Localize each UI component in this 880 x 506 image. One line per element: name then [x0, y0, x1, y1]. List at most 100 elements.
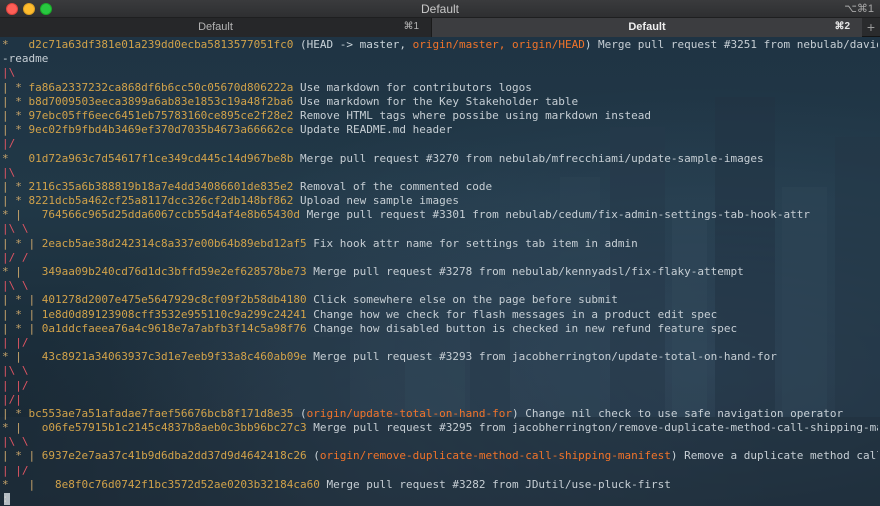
log-line: | * b8d7009503eeca3899a6ab83e1853c19a48f…: [2, 95, 878, 109]
commit-message: Merge pull request #3251 from nebulab/da…: [598, 38, 878, 51]
log-line: :: [2, 492, 878, 506]
log-line: |\: [2, 66, 878, 80]
graph-lines: * |: [2, 477, 55, 491]
log-line: | * | 401278d2007e475e5647929c8cf09f2b58…: [2, 293, 878, 307]
commit-message: Use markdown for the Key Stakeholder tab…: [293, 94, 579, 108]
commit-message: Merge pull request #3293 from jacobherri…: [306, 350, 777, 364]
log-line: |/|: [2, 393, 878, 407]
ref-bracket: (: [306, 449, 320, 463]
graph-lines: |\ \: [2, 435, 29, 449]
tab-default-2[interactable]: Default ⌘2: [432, 18, 862, 37]
log-line: * 01d72a963c7d54617f1ce349cd445c14d967be…: [2, 152, 878, 166]
graph-lines: |\ \: [2, 222, 29, 236]
log-line: | * | 0a1ddcfaeea76a4c9618e7a7abfb3f14c5…: [2, 322, 878, 336]
ref-bracket: ): [670, 449, 678, 463]
commit-message: Removal of the commented code: [293, 179, 493, 193]
commit-hash: 0a1ddcfaeea76a4c9618e7a7abfb3f14c5a98f76: [41, 321, 307, 335]
log-line: -readme: [2, 52, 878, 66]
log-line: |\ \: [2, 279, 878, 293]
commit-message: Merge pull request #3282 from JDutil/use…: [319, 477, 671, 491]
new-tab-button[interactable]: +: [862, 18, 880, 37]
graph-lines: | *: [2, 179, 29, 193]
graph-lines: |/ /: [2, 250, 29, 264]
commit-message: Merge pull request #3270 from nebulab/mf…: [293, 151, 764, 165]
tab-bar: Default ⌘1 Default ⌘2 +: [0, 18, 880, 37]
graph-lines: |\: [2, 165, 16, 179]
commit-message: Merge pull request #3278 from nebulab/ke…: [306, 265, 744, 278]
commit-message: Change nil check to use safe navigation …: [518, 406, 844, 420]
log-line: | * | 2eacb5ae38d242314c8a337e00b64b89eb…: [2, 237, 878, 251]
graph-lines: * |: [2, 265, 42, 278]
commit-hash: 349aa09b240cd76d1dc3bffd59e2ef628578be73: [41, 265, 307, 278]
graph-lines: *: [2, 151, 29, 165]
log-line: | |/: [2, 336, 878, 350]
graph-lines: | |/: [2, 335, 29, 349]
log-line: * | 8e8f0c76d0742f1bc3572d52ae0203b32184…: [2, 478, 878, 492]
commit-hash: 2116c35a6b388819b18a7e4dd34086601de835e2: [28, 179, 294, 193]
log-line: * | o06fe57915b1c2145c4837b8aeb0c3bb96bc…: [2, 421, 878, 435]
log-line: * | 43c8921a34063937c3d1e7eeb9f33a8c460a…: [2, 350, 878, 364]
commit-message: Fix hook attr name for settings tab item…: [306, 236, 638, 250]
window-shortcut: ⌥⌘1: [844, 3, 874, 15]
tab-label: Default: [628, 21, 666, 33]
tab-label: Default: [198, 21, 233, 33]
commit-message: Update README.md header: [293, 123, 453, 137]
commit-message: Change how we check for flash messages i…: [306, 307, 718, 321]
graph-lines: | *: [2, 406, 29, 420]
graph-lines: * |: [2, 350, 42, 364]
commit-message: -readme: [2, 52, 49, 66]
terminal-cursor: [4, 493, 10, 505]
commit-hash: 9ec02fb9fbd4b3469ef370d7035b4673a66662ce: [28, 123, 294, 137]
remote-ref: origin/update-total-on-hand-for: [306, 406, 512, 420]
commit-message: Use markdown for contributors logos: [293, 80, 532, 94]
log-line: | * 2116c35a6b388819b18a7e4dd34086601de8…: [2, 180, 878, 194]
commit-hash: 401278d2007e475e5647929c8cf09f2b58db4180: [41, 293, 307, 307]
graph-lines: | * |: [2, 236, 42, 250]
log-line: |/: [2, 137, 878, 151]
commit-hash: 6937e2e7aa37c41b9d6dba2dd37d9d4642418c26: [41, 449, 307, 463]
commit-hash: 01d72a963c7d54617f1ce349cd445c14d967be8b: [28, 151, 294, 165]
graph-lines: | * |: [2, 307, 42, 321]
log-line: * | 764566c965d25dda6067ccb55d4af4e8b654…: [2, 208, 878, 222]
graph-lines: | *: [2, 108, 29, 122]
tab-default-1[interactable]: Default ⌘1: [0, 18, 432, 37]
graph-lines: |/: [2, 137, 16, 151]
commit-message: Merge pull request #3295 from jacobherri…: [306, 421, 878, 435]
graph-lines: | * |: [2, 321, 42, 335]
tab-shortcut: ⌘1: [403, 21, 419, 32]
commit-message: Merge pull request #3301 from nebulab/ce…: [300, 208, 810, 222]
terminal-pane[interactable]: * d2c71a63df381e01a239dd0ecba5813577051f…: [0, 37, 880, 506]
commit-message: Change how disabled button is checked in…: [306, 321, 738, 335]
log-line: | |/: [2, 379, 878, 393]
log-line: | * | 1e8d0d89123908cff3532e955110c9a299…: [2, 308, 878, 322]
log-line: |\: [2, 166, 878, 180]
commit-hash: fa86a2337232ca868df6b6cc50c05670d806222a: [28, 80, 294, 94]
log-line: |\ \: [2, 435, 878, 449]
graph-lines: | *: [2, 80, 29, 94]
graph-lines: | * |: [2, 293, 42, 307]
graph-lines: |/|: [2, 392, 22, 406]
commit-hash: 8e8f0c76d0742f1bc3572d52ae0203b32184ca60: [54, 477, 320, 491]
log-line: * | 349aa09b240cd76d1dc3bffd59e2ef628578…: [2, 265, 878, 279]
commit-hash: d2c71a63df381e01a239dd0ecba5813577051fc0: [28, 38, 294, 51]
commit-message: Remove a duplicate method call: [677, 449, 878, 463]
commit-message: Upload new sample images: [293, 194, 459, 208]
commit-hash: 764566c965d25dda6067ccb55d4af4e8b65430d: [41, 208, 301, 222]
log-line: | |/: [2, 464, 878, 478]
title-bar[interactable]: Default ⌥⌘1: [0, 0, 880, 18]
commit-hash: 1e8d0d89123908cff3532e955110c9a299c24241: [41, 307, 307, 321]
graph-lines: | *: [2, 94, 29, 108]
commit-message: Click somewhere else on the page before …: [306, 293, 618, 307]
commit-hash: 8221dcb5a462cf25a8117dcc326cf2db148bf862: [28, 194, 294, 208]
commit-hash: b8d7009503eeca3899a6ab83e1853c19a48f2ba6: [28, 94, 294, 108]
graph-lines: | *: [2, 123, 29, 137]
ref-bracket: (: [293, 406, 307, 420]
log-line: |\ \: [2, 364, 878, 378]
commit-hash: o06fe57915b1c2145c4837b8aeb0c3bb96bc27c3: [41, 421, 307, 435]
ref-bracket: ): [511, 406, 519, 420]
head-ref: HEAD -> master,: [306, 38, 413, 51]
log-line: * d2c71a63df381e01a239dd0ecba5813577051f…: [2, 38, 878, 52]
log-line: | * 9ec02fb9fbd4b3469ef370d7035b4673a666…: [2, 123, 878, 137]
log-line: | * 97ebc05ff6eec6451eb75783160ce895ce2f…: [2, 109, 878, 123]
git-log-output: * d2c71a63df381e01a239dd0ecba5813577051f…: [2, 38, 878, 506]
